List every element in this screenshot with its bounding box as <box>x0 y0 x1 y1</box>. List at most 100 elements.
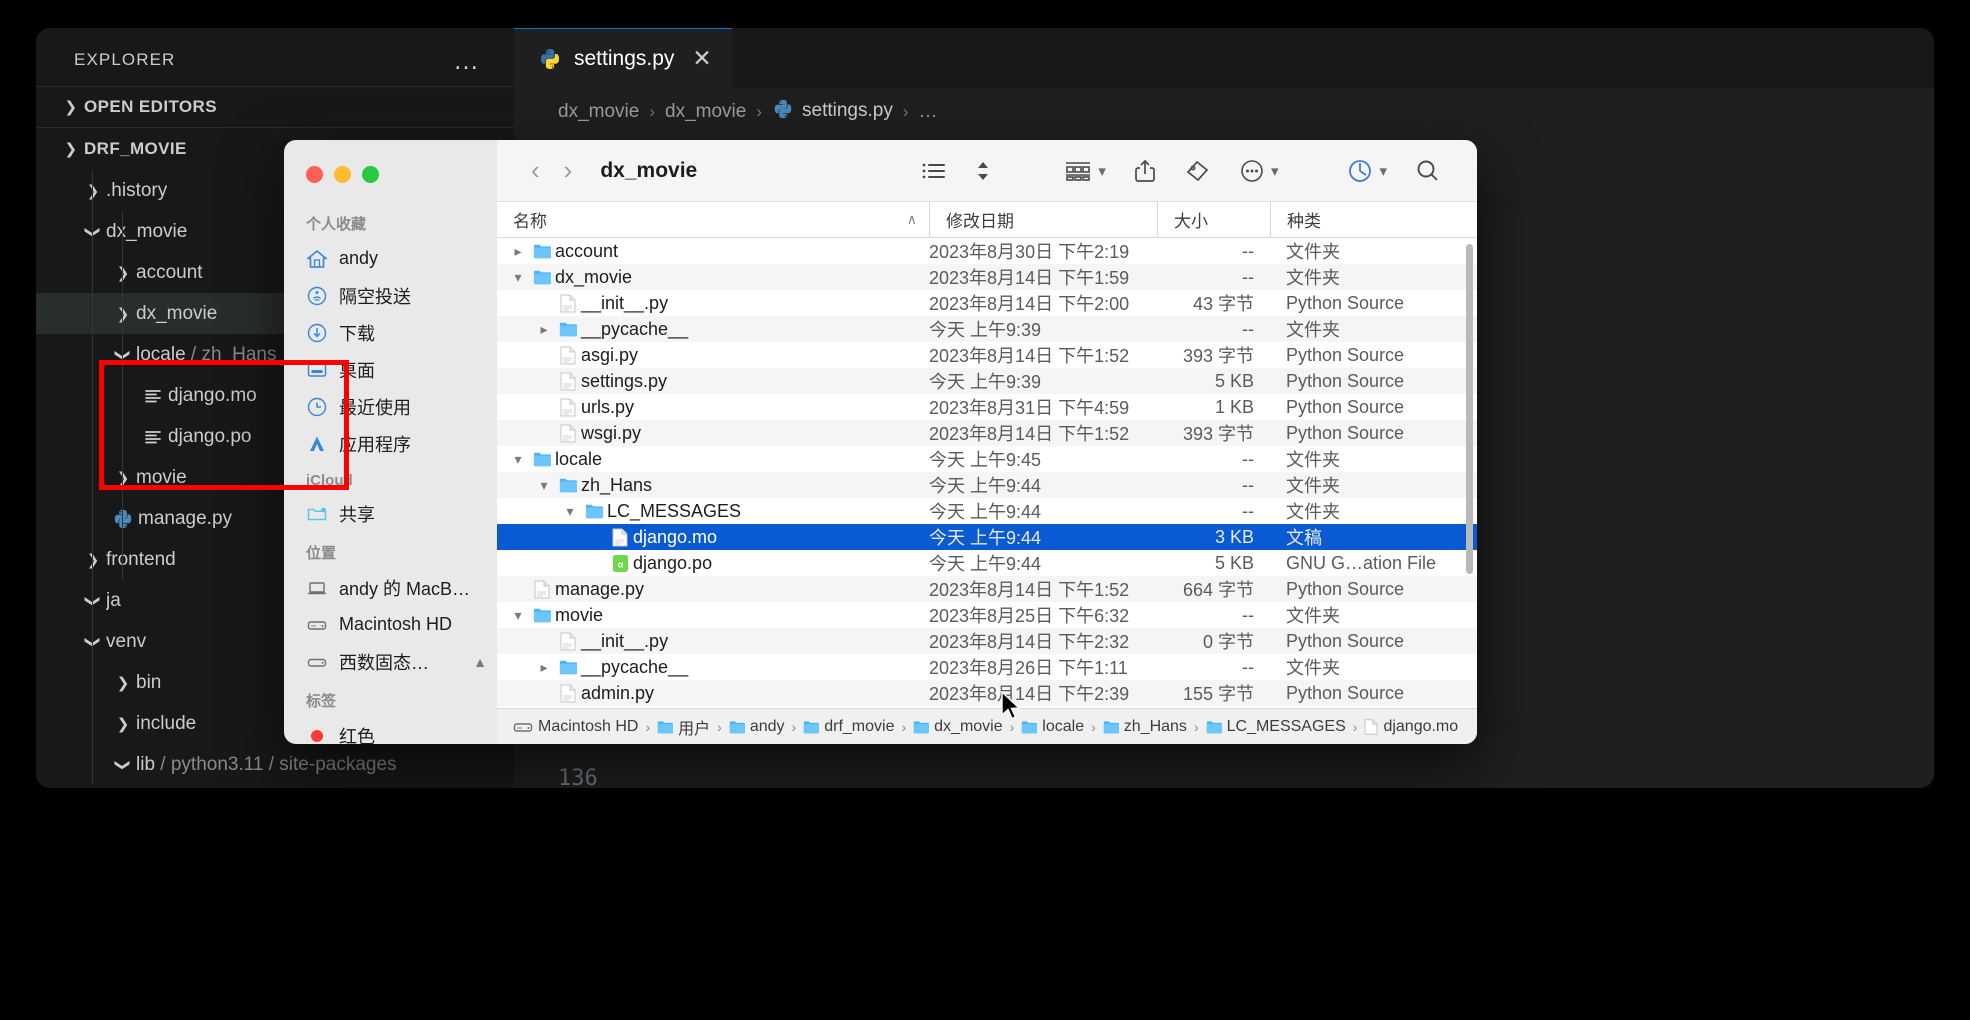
tab-settings-py[interactable]: settings.py ✕ <box>514 28 732 88</box>
file-name-label: manage.py <box>555 578 645 599</box>
breadcrumb-item[interactable]: dx_movie <box>665 101 746 123</box>
sidebar-item--[interactable]: 隔空投送 <box>284 277 497 314</box>
file-name-cell: ▸ account <box>497 241 929 262</box>
disclosure-expanded-icon[interactable]: ▾ <box>507 451 529 468</box>
file-name-cell: wsgi.py <box>497 423 929 444</box>
more-ellipsis-icon[interactable]: ▾ <box>1224 159 1293 183</box>
file-size-cell: 155 字节 <box>1182 684 1254 704</box>
tree-item-label: dx_movie <box>106 220 188 242</box>
sync-icon[interactable]: ▾ <box>1332 158 1401 184</box>
sidebar-item--[interactable]: 桌面 <box>284 351 497 388</box>
file-size-cell: -- <box>1242 240 1254 261</box>
table-row[interactable]: ▾ locale 今天 上午9:45 -- 文件夹 <box>497 446 1477 472</box>
disclosure-expanded-icon[interactable]: ▾ <box>507 269 529 286</box>
disclosure-collapsed-icon[interactable]: ▸ <box>533 659 555 676</box>
tree-item-label: .history <box>106 179 168 201</box>
sidebar-item-andy[interactable]: andy <box>284 240 497 277</box>
table-row[interactable]: ▾ zh_Hans 今天 上午9:44 -- 文件夹 <box>497 472 1477 498</box>
table-row[interactable]: manage.py 2023年8月14日 下午1:52 664 字节 Python S… <box>497 576 1477 602</box>
breadcrumb-separator: › <box>902 102 909 121</box>
file-name-label: __pycache__ <box>581 318 689 339</box>
sidebar-item-label: andy 的 MacB… <box>339 578 471 599</box>
sidebar-item--[interactable]: 最近使用 <box>284 388 497 425</box>
folder-icon <box>803 719 820 735</box>
table-row[interactable]: admin.py 2023年8月14日 下午2:39 155 字节 Python So… <box>497 680 1477 706</box>
sidebar-item--[interactable]: 西数固态… ▲ <box>284 643 497 680</box>
path-crumb[interactable]: drf_movie <box>803 718 894 736</box>
search-icon[interactable] <box>1401 158 1455 184</box>
file-name-cell: urls.py <box>497 397 929 418</box>
close-icon[interactable]: ✕ <box>686 45 711 72</box>
table-row[interactable]: asgi.py 2023年8月14日 下午1:52 393 字节 Python Sou… <box>497 342 1477 368</box>
list-view-icon[interactable] <box>907 161 961 181</box>
table-row[interactable]: ▾ movie 2023年8月25日 下午6:32 -- 文件夹 <box>497 602 1477 628</box>
sort-icon[interactable] <box>961 159 1005 183</box>
folder-icon <box>1206 719 1222 735</box>
vertical-scrollbar[interactable] <box>1466 244 1473 574</box>
table-row[interactable]: ▾ dx_movie 2023年8月14日 下午1:59 -- 文件夹 <box>497 264 1477 290</box>
sidebar-item--[interactable]: 共享 <box>284 495 497 532</box>
chevron-right-icon: ❯ <box>110 469 136 487</box>
table-row[interactable]: ▾ LC_MESSAGES 今天 上午9:44 -- 文件夹 <box>497 498 1477 524</box>
file-date-cell: 2023年8月14日 下午2:39 <box>929 684 1130 704</box>
table-row[interactable]: ▸ __pycache__ 今天 上午9:39 -- 文件夹 <box>497 316 1477 342</box>
sidebar-item--[interactable]: 下载 <box>284 314 497 351</box>
path-crumb[interactable]: andy <box>729 718 785 736</box>
table-row[interactable]: __init__.py 2023年8月14日 下午2:32 0 字节 Python S… <box>497 628 1477 654</box>
table-row[interactable]: django.mo 今天 上午9:44 3 KB 文稿 <box>497 524 1477 550</box>
explorer-header: EXPLORER … <box>36 28 514 86</box>
table-row[interactable]: ▸ account 2023年8月30日 下午2:19 -- 文件夹 <box>497 238 1477 264</box>
maximize-button[interactable] <box>362 166 379 183</box>
breadcrumb-item[interactable]: dx_movie <box>558 101 639 123</box>
path-crumb[interactable]: 用户 <box>657 715 710 739</box>
file-name-label: wsgi.py <box>581 422 642 443</box>
path-crumb[interactable]: Macintosh HD <box>513 717 638 737</box>
close-button[interactable] <box>306 166 323 183</box>
file-date-cell: 2023年8月14日 下午1:52 <box>929 580 1130 600</box>
column-header-date[interactable]: 修改日期 <box>929 202 1157 237</box>
path-crumb[interactable]: zh_Hans <box>1103 718 1187 736</box>
sidebar-item--[interactable]: 红色 <box>284 717 497 744</box>
table-row[interactable]: urls.py 2023年8月31日 下午4:59 1 KB Python Sourc… <box>497 394 1477 420</box>
share-icon[interactable] <box>1120 158 1170 184</box>
sidebar-item-label: 桌面 <box>339 360 375 381</box>
group-by-icon[interactable]: ▾ <box>1049 160 1120 182</box>
disclosure-collapsed-icon[interactable]: ▸ <box>533 321 555 338</box>
table-row[interactable]: ▸ __pycache__ 2023年8月26日 下午1:11 -- 文件夹 <box>497 654 1477 680</box>
path-crumb[interactable]: LC_MESSAGES <box>1206 718 1346 736</box>
file-size-cell: -- <box>1242 604 1254 625</box>
path-crumb[interactable]: dx_movie <box>913 718 1003 736</box>
breadcrumb-item[interactable]: settings.py <box>772 98 893 126</box>
forward-button[interactable]: › <box>552 155 585 186</box>
eject-icon[interactable]: ▲ <box>473 654 487 670</box>
table-row[interactable]: __init__.py 2023年8月14日 下午2:00 43 字节 Python … <box>497 290 1477 316</box>
table-row[interactable]: wsgi.py 2023年8月14日 下午1:52 393 字节 Python Sou… <box>497 420 1477 446</box>
path-crumb[interactable]: locale <box>1021 718 1084 736</box>
column-header-name[interactable]: 名称 ∧ <box>497 202 929 237</box>
path-crumb[interactable]: django.mo <box>1364 718 1458 736</box>
disclosure-collapsed-icon[interactable]: ▸ <box>507 243 529 260</box>
breadcrumb-item[interactable]: … <box>919 101 938 123</box>
explorer-more-icon[interactable]: … <box>445 47 488 73</box>
tree-item-label: frontend <box>106 548 176 570</box>
table-row[interactable]: α django.po 今天 上午9:44 5 KB GNU G…ation File <box>497 550 1477 576</box>
disclosure-expanded-icon[interactable]: ▾ <box>533 477 555 494</box>
chevron-down-icon: ❯ <box>64 141 78 158</box>
column-header-size[interactable]: 大小 <box>1157 202 1270 237</box>
file-size-cell: 5 KB <box>1214 370 1254 391</box>
disclosure-expanded-icon[interactable]: ▾ <box>559 503 581 520</box>
sidebar-item-macintosh-hd[interactable]: Macintosh HD <box>284 606 497 643</box>
sidebar-item-open-editors[interactable]: ❯ OPEN EDITORS <box>36 86 514 128</box>
file-date-cell: 2023年8月26日 下午1:11 <box>929 658 1128 678</box>
column-header-kind[interactable]: 种类 <box>1270 202 1477 237</box>
sidebar-item-andy-macb-[interactable]: andy 的 MacB… <box>284 569 497 606</box>
minimize-button[interactable] <box>334 166 351 183</box>
sidebar-item-label: andy <box>339 248 379 268</box>
tag-icon[interactable] <box>1170 159 1224 183</box>
tree-item-lib[interactable]: ❯ lib / python3.11 / site-packages <box>36 744 514 785</box>
sidebar-item--[interactable]: 应用程序 <box>284 425 497 462</box>
back-button[interactable]: ‹ <box>519 155 552 186</box>
disclosure-expanded-icon[interactable]: ▾ <box>507 607 529 624</box>
table-row[interactable]: settings.py 今天 上午9:39 5 KB Python Source <box>497 368 1477 394</box>
file-kind-cell: 文稿 <box>1286 528 1322 548</box>
